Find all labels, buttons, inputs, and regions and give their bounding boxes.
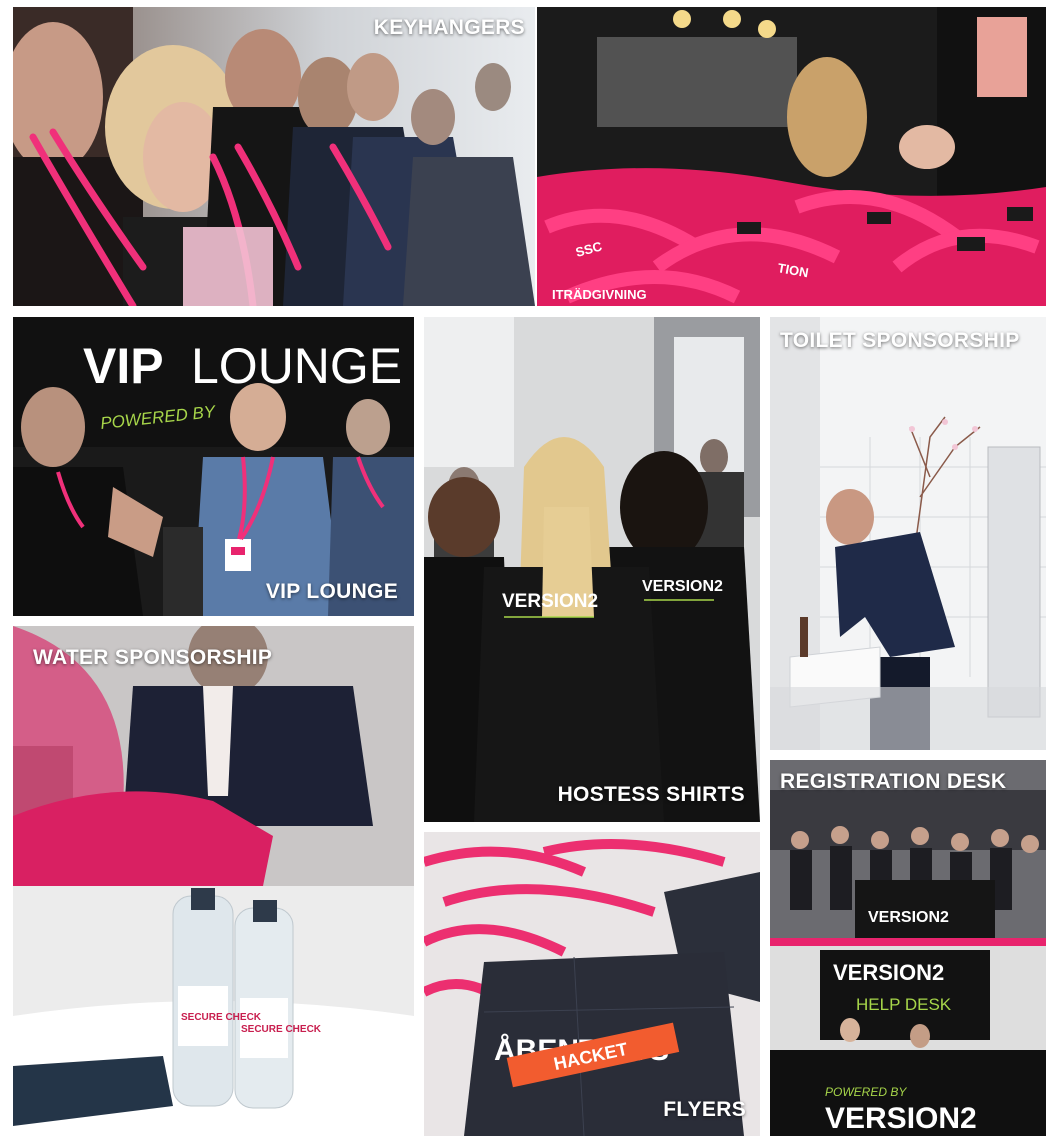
desk-powered-text: POWERED BY	[825, 1085, 907, 1099]
registration-scene: VERSION2 VERSION2 HELP DESK POWERED BY V…	[770, 760, 1046, 1136]
vip-sign-light: LOUNGE	[191, 338, 402, 394]
svg-text:ITRÄDGIVNING: ITRÄDGIVNING	[552, 287, 647, 302]
desk-bottom-brand: VERSION2	[825, 1102, 977, 1135]
photo-water-sponsorship: SECURE CHECK SECURE CHECK WATER SPONSORS…	[13, 626, 414, 1136]
hostess-scene: VERSION2 VERSION2	[424, 317, 760, 822]
caption-vip-lounge: VIP LOUNGE	[265, 580, 398, 603]
shirt-right-text: VERSION2	[642, 578, 723, 595]
photo-registration-desk: VERSION2 VERSION2 HELP DESK POWERED BY V…	[770, 760, 1046, 1136]
bottle-label-right: SECURE CHECK	[241, 1024, 322, 1035]
photo-audience-lanyards: KEYHANGERS	[13, 7, 535, 306]
vip-sign-bold: VIP	[83, 338, 164, 394]
caption-registration-desk: REGISTRATION DESK	[780, 770, 1007, 793]
lanyard-pile-scene: SSC TION ITRÄDGIVNING	[537, 7, 1046, 306]
photo-lanyard-pile: SSC TION ITRÄDGIVNING	[537, 7, 1046, 306]
help-desk-brand: VERSION2	[833, 960, 944, 985]
photo-flyers: ÅBENT HUS HACKET FLYERS	[424, 832, 760, 1136]
audience-scene	[13, 7, 535, 306]
help-desk-label: HELP DESK	[856, 995, 952, 1014]
toilet-scene	[770, 317, 1046, 750]
photo-hostess-shirts: VERSION2 VERSION2 HOSTESS SHIRTS	[424, 317, 760, 822]
caption-flyers: FLYERS	[663, 1098, 746, 1121]
vip-lounge-scene: VIP LOUNGE POWERED BY	[13, 317, 414, 616]
flyers-scene: ÅBENT HUS HACKET	[424, 832, 760, 1136]
caption-water-sponsorship: WATER SPONSORSHIP	[33, 646, 273, 669]
caption-keyhangers: KEYHANGERS	[373, 16, 525, 39]
photo-toilet-sponsorship: TOILET SPONSORSHIP	[770, 317, 1046, 750]
caption-hostess-shirts: HOSTESS SHIRTS	[557, 783, 745, 806]
bottle-label-left: SECURE CHECK	[181, 1012, 262, 1023]
photo-vip-lounge: VIP LOUNGE POWERED BY VIP LOUNGE	[13, 317, 414, 616]
water-scene: SECURE CHECK SECURE CHECK	[13, 626, 414, 1136]
desk-brand-text: VERSION2	[868, 909, 949, 926]
shirt-left-text: VERSION2	[502, 591, 598, 612]
caption-toilet-sponsorship: TOILET SPONSORSHIP	[780, 329, 1020, 352]
